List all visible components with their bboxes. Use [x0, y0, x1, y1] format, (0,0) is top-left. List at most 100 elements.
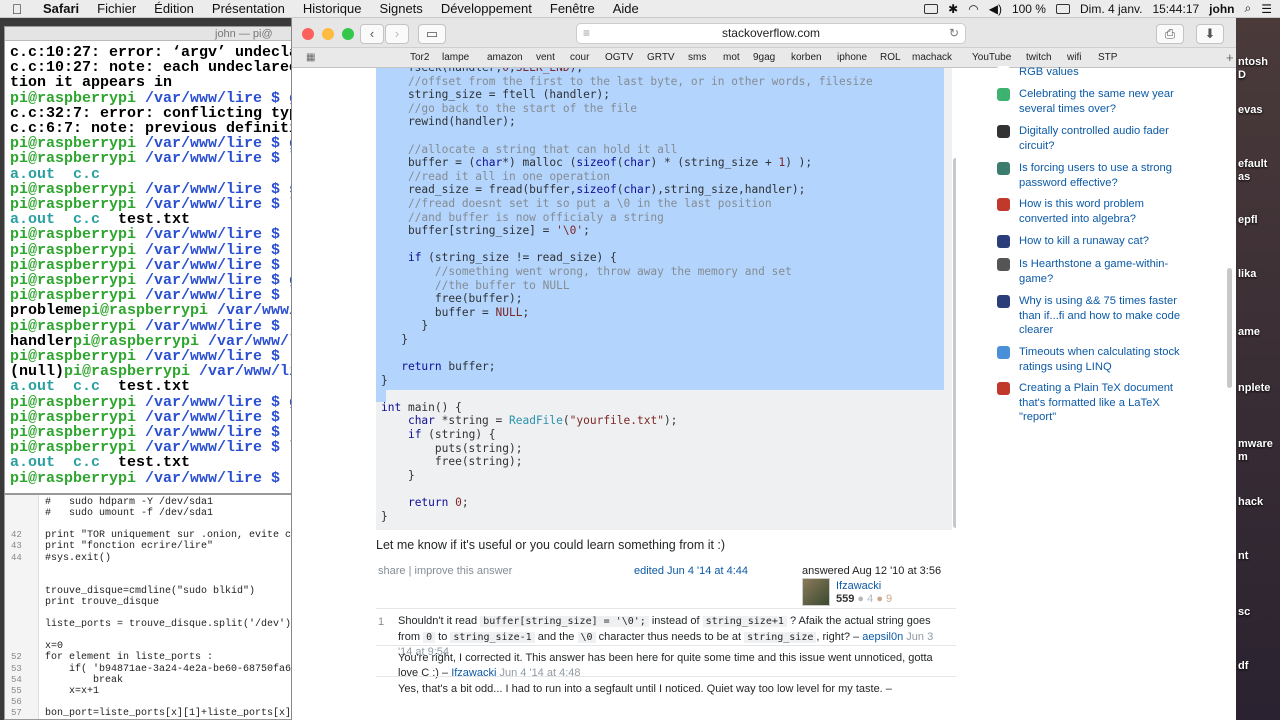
menu-developpement[interactable]: Développement	[432, 0, 541, 18]
site-icon	[997, 162, 1010, 175]
code-line: //and buffer is now officialy a string	[381, 211, 873, 225]
code-token: ,	[509, 68, 516, 74]
hot-question-link[interactable]: Digitally controlled audio fader circuit…	[1019, 124, 1189, 153]
favorite-cour[interactable]: cour	[570, 52, 589, 63]
favorite-ogtv[interactable]: OGTV	[605, 52, 633, 63]
desktop-item[interactable]: sc	[1236, 606, 1280, 619]
favorite-machack[interactable]: machack	[912, 52, 952, 63]
user-menu[interactable]: john	[1209, 2, 1234, 16]
desktop-item[interactable]: epfl	[1236, 214, 1280, 227]
favorite-sms[interactable]: sms	[688, 52, 706, 63]
code-comment: //allocate a string that can hold it all	[381, 142, 678, 156]
volume-icon[interactable]: ◀)	[989, 2, 1002, 16]
site-icon	[997, 346, 1010, 359]
favorite-iphone[interactable]: iphone	[837, 52, 867, 63]
bluetooth-icon[interactable]: ✱	[948, 2, 958, 16]
avatar[interactable]	[802, 578, 830, 606]
user-link[interactable]: Ifzawacki	[836, 580, 881, 592]
hot-network-questions: RGB values Celebrating the same new year …	[997, 62, 1197, 482]
menu-aide[interactable]: Aide	[604, 0, 648, 18]
address-bar[interactable]: ≡ stackoverflow.com ↻	[576, 23, 966, 44]
code-text[interactable]: fseek(handler,0,SEEK_END); //offset from…	[381, 68, 873, 523]
terminal-line: pi@raspberrypi /var/www/lire $ ▯	[10, 471, 303, 486]
desktop-item[interactable]: nplete	[1236, 382, 1280, 395]
code-line: string_size = ftell (handler);	[381, 88, 873, 102]
favorite-rol[interactable]: ROL	[880, 52, 901, 63]
hot-question-link[interactable]: Celebrating the same new year several ti…	[1019, 87, 1189, 116]
forward-button[interactable]: ›	[385, 24, 409, 44]
sidebar-toggle-icon[interactable]: ▭	[418, 24, 446, 44]
terminal-titlebar[interactable]: john — pi@	[5, 27, 303, 41]
code-line: # sudo hdparm -Y /dev/sda1	[45, 497, 214, 508]
hot-question-link[interactable]: Creating a Plain TeX document that's for…	[1019, 381, 1189, 425]
wifi-icon[interactable]: ◠	[968, 2, 978, 16]
desktop-item[interactable]: evas	[1236, 104, 1280, 117]
code-token: 0	[502, 68, 509, 74]
desktop-item[interactable]: efault as	[1236, 158, 1280, 184]
reader-icon[interactable]: ≡	[583, 24, 590, 43]
edited-link[interactable]: edited Jun 4 '14 at 4:44	[634, 565, 748, 577]
favorite-tor2[interactable]: Tor2	[410, 52, 429, 63]
share-icon[interactable]: ⎙	[1156, 24, 1184, 44]
code-block[interactable]: fseek(handler,0,SEEK_END); //offset from…	[376, 68, 952, 530]
code-token: ;	[461, 496, 469, 509]
desktop-item[interactable]: lika	[1236, 268, 1280, 281]
spotlight-icon[interactable]: ⌕	[1245, 1, 1252, 16]
favorite-mot[interactable]: mot	[723, 52, 740, 63]
hot-question-link[interactable]: Timeouts when calculating stock ratings …	[1019, 345, 1189, 374]
improve-answer-link[interactable]: improve this answer	[415, 565, 513, 577]
page-scrollbar[interactable]	[1227, 268, 1232, 388]
date-label[interactable]: Dim. 4 janv.	[1080, 2, 1142, 16]
comment-user-link[interactable]: aepsil0n	[862, 631, 903, 643]
desktop-item[interactable]: ame	[1236, 326, 1280, 339]
reload-icon[interactable]: ↻	[949, 24, 959, 43]
share-link[interactable]: share	[378, 565, 406, 577]
site-icon	[997, 125, 1010, 138]
desktop-item[interactable]: df	[1236, 660, 1280, 673]
apple-menu-icon[interactable]: 	[0, 1, 34, 17]
downloads-icon[interactable]: ⬇	[1196, 24, 1224, 44]
code-scrollbar[interactable]	[953, 158, 956, 528]
top-sites-icon[interactable]: ▦	[306, 52, 315, 63]
code-line: }	[381, 374, 873, 388]
notification-center-icon[interactable]: ☰	[1261, 2, 1272, 16]
hot-question-link[interactable]: RGB values	[1019, 65, 1189, 80]
battery-label[interactable]: 100 %	[1012, 2, 1046, 16]
favorite-9gag[interactable]: 9gag	[753, 52, 775, 63]
code-token: buffer[string_size] =	[381, 224, 557, 238]
back-button[interactable]: ‹	[360, 24, 384, 44]
desktop-item[interactable]: nt	[1236, 550, 1280, 563]
code-editor-window[interactable]: # sudo hdparm -Y /dev/sda1 # sudo umount …	[4, 494, 304, 720]
desktop-item[interactable]: mware m	[1236, 438, 1280, 464]
menu-fenetre[interactable]: Fenêtre	[541, 0, 604, 18]
time-label[interactable]: 15:44:17	[1152, 2, 1199, 16]
favorite-korben[interactable]: korben	[791, 52, 822, 63]
terminal-window[interactable]: john — pi@ c.c:10:27: error: ‘argv’ unde…	[4, 26, 304, 494]
desktop-item[interactable]: hack	[1236, 496, 1280, 509]
zoom-window-icon[interactable]	[342, 28, 354, 40]
hot-question-link[interactable]: How to kill a runaway cat?	[1019, 234, 1189, 249]
menu-presentation[interactable]: Présentation	[203, 0, 294, 18]
menu-edition[interactable]: Édition	[145, 0, 203, 18]
favorite-vent[interactable]: vent	[536, 52, 555, 63]
hot-question-link[interactable]: Is Hearthstone a game-within-game?	[1019, 257, 1189, 286]
favorite-grtv[interactable]: GRTV	[647, 52, 675, 63]
menu-safari[interactable]: Safari	[34, 0, 88, 18]
desktop-item[interactable]: ntosh D	[1236, 56, 1280, 82]
menu-fichier[interactable]: Fichier	[88, 0, 145, 18]
hot-question-link[interactable]: How is this word problem converted into …	[1019, 197, 1189, 226]
new-tab-icon[interactable]: +	[1226, 50, 1234, 65]
favorite-lampe[interactable]: lampe	[442, 52, 469, 63]
hot-question-link[interactable]: Why is using && 75 times faster than if.…	[1019, 294, 1189, 338]
close-window-icon[interactable]	[302, 28, 314, 40]
line-number: 57	[11, 707, 22, 718]
menu-historique[interactable]: Historique	[294, 0, 371, 18]
comment-code: string_size+1	[702, 616, 787, 627]
minimize-window-icon[interactable]	[322, 28, 334, 40]
terminal-output[interactable]: c.c:10:27: error: ‘argv’ undecla c.c:10:2…	[5, 41, 303, 486]
airplay-icon[interactable]	[924, 3, 939, 14]
menu-signets[interactable]: Signets	[370, 0, 431, 18]
hot-question-link[interactable]: Is forcing users to use a strong passwor…	[1019, 161, 1189, 190]
favorite-amazon[interactable]: amazon	[487, 52, 523, 63]
